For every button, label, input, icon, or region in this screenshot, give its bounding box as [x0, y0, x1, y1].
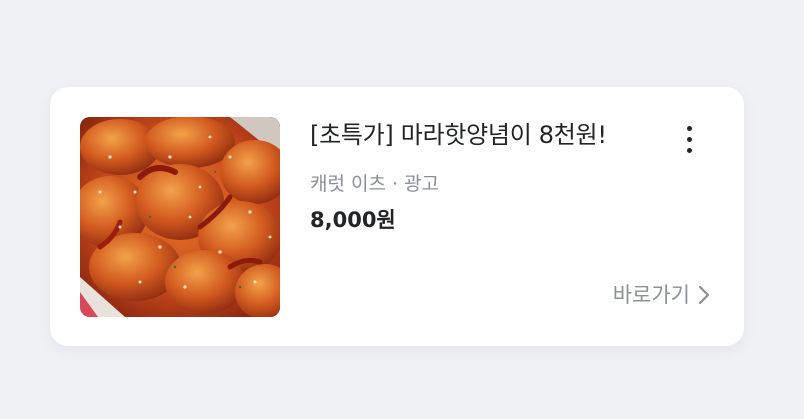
more-vertical-icon-dot [687, 148, 692, 153]
more-options-button[interactable] [676, 121, 704, 157]
fried-chicken-photo [80, 117, 280, 317]
go-to-button[interactable]: 바로가기 [613, 279, 710, 311]
more-vertical-icon [687, 126, 692, 131]
advertiser-name: 캐럿 이츠 [310, 173, 386, 195]
ad-label: 광고 [404, 173, 439, 195]
product-image[interactable] [80, 117, 280, 317]
ad-title[interactable]: [초특가] 마라핫양념이 8천원! [310, 119, 607, 151]
price: 8,000원 [310, 208, 396, 232]
meta-separator: · [391, 173, 399, 195]
go-to-label: 바로가기 [612, 283, 690, 307]
ad-meta: 캐럿 이츠 · 광고 [310, 171, 439, 197]
more-vertical-icon-dot [687, 137, 692, 142]
ad-card[interactable]: [초특가] 마라핫양념이 8천원! 캐럿 이츠 · 광고 8,000원 바로가기 [50, 87, 744, 346]
chevron-right-icon [698, 285, 710, 305]
